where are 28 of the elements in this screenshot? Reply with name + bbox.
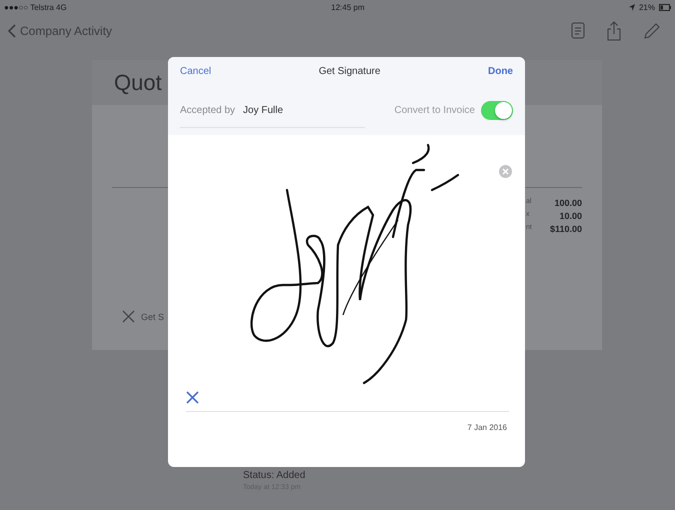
pencil-icon[interactable] xyxy=(643,22,661,40)
accepted-by-field[interactable]: Accepted by Joy Fulle xyxy=(180,93,365,128)
clock-label: 12:45 pm xyxy=(331,2,365,12)
back-button[interactable]: Company Activity xyxy=(8,24,112,38)
cancel-button[interactable]: Cancel xyxy=(180,66,212,78)
done-button[interactable]: Done xyxy=(488,66,513,78)
battery-icon xyxy=(658,4,671,10)
accepted-by-value: Joy Fulle xyxy=(243,104,284,116)
get-signature-button[interactable]: Get S xyxy=(122,310,164,323)
clear-icon[interactable] xyxy=(499,165,512,178)
convert-toggle[interactable] xyxy=(481,101,513,120)
battery-percent: 21% xyxy=(638,2,655,12)
signature-date: 7 Jan 2016 xyxy=(467,423,507,432)
chevron-left-icon xyxy=(8,24,16,38)
carrier-label: ●●●○○ Telstra 4G xyxy=(4,2,67,12)
accepted-by-label: Accepted by xyxy=(180,104,236,116)
dialog-title: Get Signature xyxy=(318,66,380,78)
total-value: 10.00 xyxy=(559,211,582,221)
quote-title: Quot xyxy=(114,70,162,96)
close-icon[interactable] xyxy=(186,391,199,404)
close-icon xyxy=(122,310,135,323)
location-arrow-icon xyxy=(628,4,635,10)
activity-status: Status: Added xyxy=(243,470,306,481)
total-value: $110.00 xyxy=(550,224,582,234)
document-icon[interactable] xyxy=(571,22,585,40)
convert-label: Convert to Invoice xyxy=(394,105,475,116)
share-icon[interactable] xyxy=(607,21,621,41)
total-value: 100.00 xyxy=(554,198,582,208)
